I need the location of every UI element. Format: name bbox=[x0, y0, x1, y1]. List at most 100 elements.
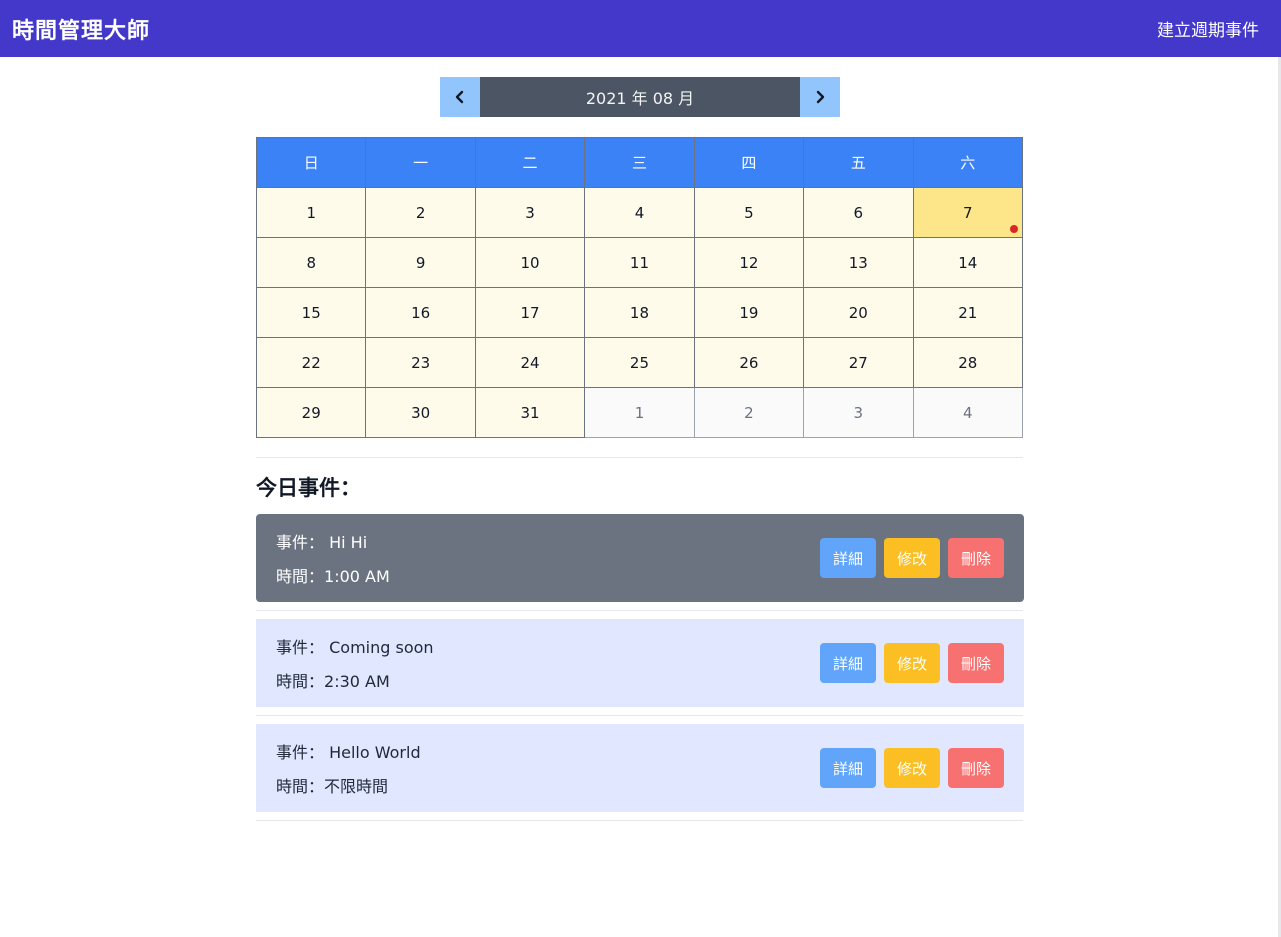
event-info: 事件： Hello World 時間：不限時間 bbox=[276, 739, 421, 797]
event-edit-button[interactable]: 修改 bbox=[884, 538, 940, 578]
event-detail-button[interactable]: 詳細 bbox=[820, 748, 876, 788]
calendar-day[interactable]: 17 bbox=[474, 287, 586, 338]
event-indicator-dot bbox=[1010, 225, 1018, 233]
calendar-day-today[interactable]: 7 bbox=[912, 187, 1024, 238]
calendar-day[interactable]: 23 bbox=[365, 337, 476, 388]
calendar-day[interactable]: 19 bbox=[693, 287, 805, 338]
day-number: 1 bbox=[306, 203, 316, 222]
calendar-day[interactable]: 22 bbox=[255, 337, 367, 388]
calendar-day[interactable]: 15 bbox=[255, 287, 367, 338]
day-number: 28 bbox=[958, 353, 978, 372]
calendar-day[interactable]: 27 bbox=[803, 337, 914, 388]
day-number: 3 bbox=[853, 403, 864, 422]
calendar-day[interactable]: 8 bbox=[255, 237, 367, 288]
calendar-day[interactable]: 11 bbox=[584, 237, 695, 288]
calendar-day[interactable]: 26 bbox=[693, 337, 805, 388]
calendar-day[interactable]: 24 bbox=[474, 337, 586, 388]
day-number: 30 bbox=[411, 403, 431, 422]
event-name-prefix: 事件： bbox=[276, 533, 325, 552]
day-number: 17 bbox=[520, 303, 540, 322]
calendar-week-row: 1 2 3 4 5 6 7 bbox=[255, 187, 1024, 238]
calendar-day[interactable]: 13 bbox=[803, 237, 914, 288]
calendar-day[interactable]: 5 bbox=[693, 187, 805, 238]
calendar-day[interactable]: 9 bbox=[365, 237, 476, 288]
prev-month-button[interactable] bbox=[440, 77, 480, 117]
day-number: 26 bbox=[739, 353, 759, 372]
event-name-line: 事件： Coming soon bbox=[276, 634, 434, 658]
calendar-day[interactable]: 21 bbox=[912, 287, 1024, 338]
event-time-line: 時間：1:00 AM bbox=[276, 563, 390, 587]
event-name: Hello World bbox=[329, 743, 421, 762]
weekday-header: 五 bbox=[803, 137, 914, 188]
day-number: 13 bbox=[848, 253, 868, 272]
calendar-day[interactable]: 31 bbox=[474, 387, 586, 438]
event-time-line: 時間：2:30 AM bbox=[276, 668, 434, 692]
event-name: Coming soon bbox=[329, 638, 434, 657]
event-time-prefix: 時間： bbox=[276, 777, 325, 796]
event-time-prefix: 時間： bbox=[276, 567, 325, 586]
event-actions: 詳細 修改 刪除 bbox=[820, 538, 1004, 578]
calendar-grid: 日 一 二 三 四 五 六 1 2 3 4 5 6 7 8 9 10 11 12… bbox=[255, 137, 1024, 438]
day-number: 19 bbox=[739, 303, 759, 322]
day-number: 11 bbox=[629, 253, 650, 272]
event-time-line: 時間：不限時間 bbox=[276, 773, 421, 797]
event-time-prefix: 時間： bbox=[276, 672, 325, 691]
event-card[interactable]: 事件： Hello World 時間：不限時間 詳細 修改 刪除 bbox=[256, 724, 1024, 812]
event-detail-button[interactable]: 詳細 bbox=[820, 643, 876, 683]
event-edit-button[interactable]: 修改 bbox=[884, 748, 940, 788]
navbar: 時間管理大師 建立週期事件 bbox=[0, 0, 1281, 57]
calendar-day-next-month[interactable]: 4 bbox=[912, 387, 1024, 438]
month-navigator: 2021 年 08 月 bbox=[440, 77, 840, 117]
day-number: 12 bbox=[739, 253, 759, 272]
event-delete-button[interactable]: 刪除 bbox=[948, 748, 1004, 788]
calendar-day[interactable]: 18 bbox=[584, 287, 695, 338]
create-recurring-event-link[interactable]: 建立週期事件 bbox=[1157, 16, 1259, 41]
brand-title[interactable]: 時間管理大師 bbox=[12, 13, 150, 45]
day-number: 22 bbox=[301, 353, 321, 372]
calendar-day[interactable]: 16 bbox=[365, 287, 476, 338]
day-number: 18 bbox=[629, 303, 650, 322]
calendar-day[interactable]: 10 bbox=[474, 237, 586, 288]
day-number: 6 bbox=[853, 203, 864, 222]
calendar-day[interactable]: 28 bbox=[912, 337, 1024, 388]
event-card[interactable]: 事件： Hi Hi 時間：1:00 AM 詳細 修改 刪除 bbox=[256, 514, 1024, 602]
day-number: 24 bbox=[520, 353, 540, 372]
weekday-header: 三 bbox=[584, 137, 695, 188]
event-card[interactable]: 事件： Coming soon 時間：2:30 AM 詳細 修改 刪除 bbox=[256, 619, 1024, 707]
calendar-week-row: 22 23 24 25 26 27 28 bbox=[255, 337, 1024, 388]
calendar-day-next-month[interactable]: 2 bbox=[693, 387, 805, 438]
calendar-week-row: 29 30 31 1 2 3 4 bbox=[255, 387, 1024, 438]
calendar-day[interactable]: 30 bbox=[365, 387, 476, 438]
calendar-day[interactable]: 14 bbox=[912, 237, 1024, 288]
day-number: 5 bbox=[744, 203, 754, 222]
calendar-day[interactable]: 6 bbox=[803, 187, 914, 238]
calendar-day[interactable]: 4 bbox=[584, 187, 695, 238]
day-number: 15 bbox=[301, 303, 321, 322]
calendar-day-next-month[interactable]: 1 bbox=[584, 387, 695, 438]
event-name: Hi Hi bbox=[329, 533, 368, 552]
calendar-day[interactable]: 12 bbox=[693, 237, 805, 288]
day-number: 31 bbox=[520, 403, 540, 422]
day-number: 21 bbox=[958, 303, 978, 322]
event-divider bbox=[256, 715, 1023, 716]
current-month-label: 2021 年 08 月 bbox=[480, 77, 800, 117]
day-number: 20 bbox=[848, 303, 868, 322]
calendar-day[interactable]: 1 bbox=[255, 187, 367, 238]
calendar-day[interactable]: 2 bbox=[365, 187, 476, 238]
event-divider bbox=[256, 820, 1023, 821]
event-time: 不限時間 bbox=[324, 777, 389, 796]
calendar-day[interactable]: 20 bbox=[803, 287, 914, 338]
calendar-day[interactable]: 29 bbox=[255, 387, 367, 438]
calendar-day[interactable]: 25 bbox=[584, 337, 695, 388]
calendar-day-next-month[interactable]: 3 bbox=[803, 387, 914, 438]
weekday-header: 一 bbox=[365, 137, 476, 188]
event-time: 2:30 AM bbox=[324, 672, 390, 691]
day-number: 4 bbox=[634, 203, 645, 222]
event-detail-button[interactable]: 詳細 bbox=[820, 538, 876, 578]
next-month-button[interactable] bbox=[800, 77, 840, 117]
event-name-line: 事件： Hello World bbox=[276, 739, 421, 763]
calendar-day[interactable]: 3 bbox=[474, 187, 586, 238]
event-delete-button[interactable]: 刪除 bbox=[948, 643, 1004, 683]
event-edit-button[interactable]: 修改 bbox=[884, 643, 940, 683]
event-delete-button[interactable]: 刪除 bbox=[948, 538, 1004, 578]
